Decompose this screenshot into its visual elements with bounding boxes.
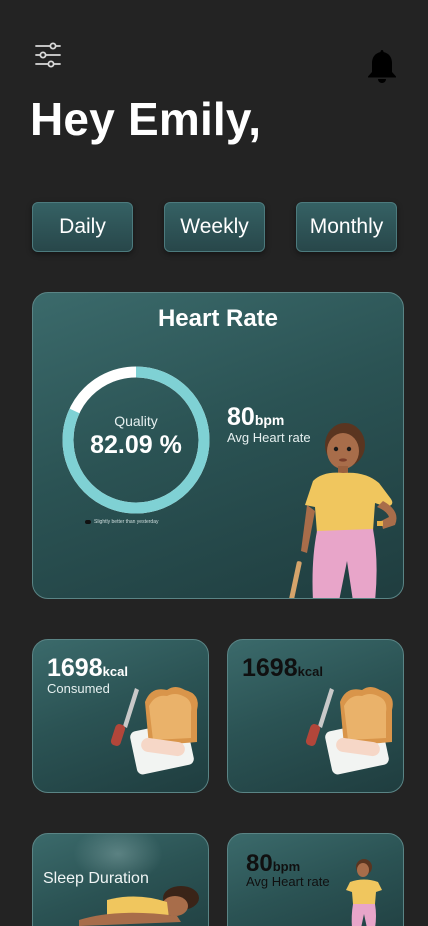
greeting-title: Hey Emily, [30,93,262,145]
standing-woman-illustration [346,859,382,926]
bpm-value: 80 [227,403,255,431]
kcal-value: 1698 [47,654,103,682]
calories-card[interactable]: 1698kcal [227,639,404,793]
calories-total: 1698kcal [242,654,323,683]
comparison-note-text: Slightly better than yesterday [94,519,159,525]
bpm-unit: bpm [254,412,285,428]
standing-woman-illustration [289,423,397,598]
calories-card[interactable]: 1698kcal Consumed [32,639,209,793]
bpm-unit: bpm [272,859,301,874]
quality-value: 82.09 % [90,431,182,459]
kcal-unit: kcal [102,664,128,679]
tab-monthly[interactable]: Monthly [296,202,397,252]
bpm-caption: Avg Heart rate [246,874,330,889]
comparison-note: Slightly better than yesterday [85,519,158,525]
heart-rate-card[interactable]: Heart Rate Quality 82.09 % Slightly bett… [32,292,404,599]
kcal-unit: kcal [297,664,323,679]
bpm-value: 80 [246,850,273,877]
heart-rate-title: Heart Rate [157,305,279,332]
heart-rate-mini-card[interactable]: 80bpm Avg Heart rate [227,833,404,926]
sleep-duration-card[interactable]: Sleep Duration [32,833,209,926]
quality-label: Quality [114,413,158,429]
sleeping-woman-illustration [79,886,199,926]
toast-knife-illustration [305,687,393,775]
tab-weekly[interactable]: Weekly [164,202,265,252]
trend-icon [85,520,91,524]
tab-daily[interactable]: Daily [32,202,133,252]
toast-knife-illustration [110,687,198,775]
bell-icon[interactable] [366,48,398,84]
kcal-value: 1698 [242,654,298,682]
avg-heart-rate-mini: 80bpm Avg Heart rate [246,850,330,889]
filter-sliders-icon[interactable] [34,42,62,68]
